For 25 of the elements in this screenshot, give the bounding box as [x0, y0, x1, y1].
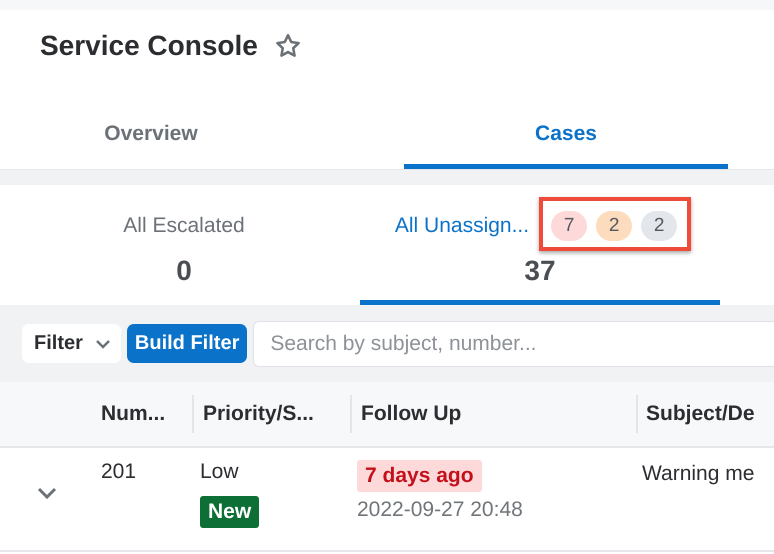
saved-filter-tab[interactable]: All Escalated 0: [63, 185, 305, 305]
build-filter-button[interactable]: Build Filter: [126, 324, 248, 363]
saved-filter-label: All Unassign...: [394, 214, 530, 238]
column-header[interactable]: Follow Up: [350, 394, 636, 434]
chevron-down-icon: [94, 338, 111, 348]
follow-up-date: 2022-09-27 20:48: [357, 498, 523, 522]
status-badge: New: [200, 496, 260, 528]
count-badge: 2: [641, 211, 678, 241]
column-header[interactable]: Subject/De: [636, 394, 774, 434]
priority-text: Low: [200, 460, 239, 484]
column-header[interactable]: Num...: [95, 394, 192, 434]
column-header[interactable]: Priority/S...: [192, 394, 350, 434]
count-badge: 2: [596, 211, 632, 241]
page-title: Service Console: [40, 30, 258, 62]
filter-dropdown[interactable]: Filter: [22, 324, 121, 363]
count-badge: 7: [551, 211, 588, 241]
case-number: 201: [101, 460, 136, 484]
case-count: 37: [524, 255, 556, 287]
subject-text: Warning me: [642, 462, 754, 486]
case-count: 0: [176, 255, 192, 287]
follow-up-badge: 7 days ago: [357, 460, 482, 492]
search-field[interactable]: Search by subject, number...: [253, 320, 774, 366]
favorite-star-icon[interactable]: [274, 32, 302, 60]
tab[interactable]: Overview: [0, 82, 302, 169]
saved-filter-label: All Escalated: [123, 214, 245, 238]
